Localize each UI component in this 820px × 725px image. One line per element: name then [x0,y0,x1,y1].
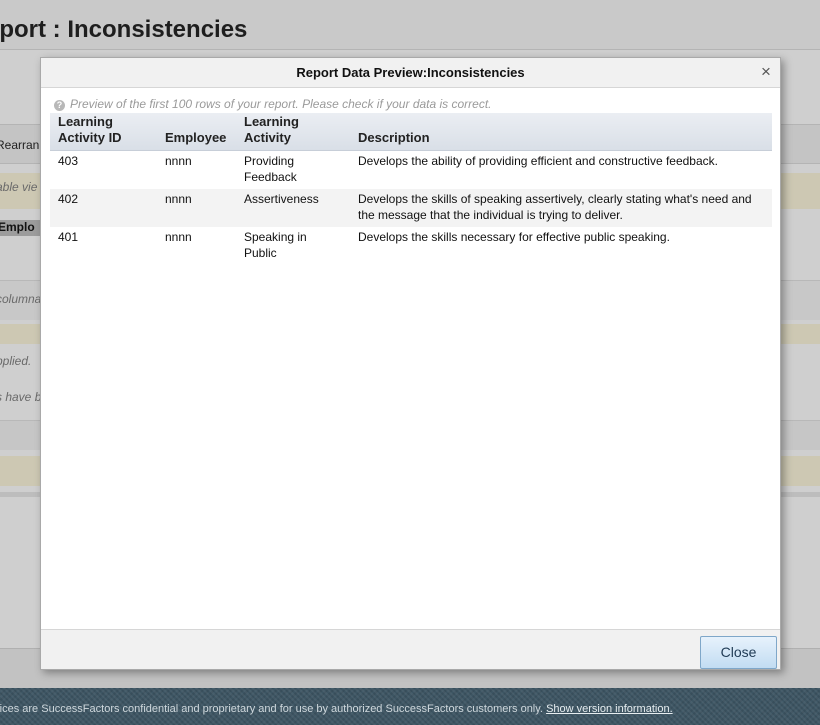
report-preview-dialog: Report Data Preview:Inconsistencies × ? P… [40,57,781,670]
background-header: eport : Inconsistencies [0,0,820,50]
cell-description: Develops the ability of providing effici… [358,154,718,168]
background-fragment: able vie [0,180,38,194]
table-row: 402 nnnn Assertiveness Develops the skil… [50,189,772,227]
preview-hint: ? Preview of the first 100 rows of your r… [54,97,492,111]
cell-employee: nnnn [157,189,236,227]
dialog-header: Report Data Preview:Inconsistencies × [41,58,780,88]
column-header-description: Description [350,113,772,151]
close-icon[interactable]: × [758,63,774,81]
cell-employee: nnnn [165,230,192,244]
help-icon: ? [54,100,65,111]
background-fragment: Rearran [0,138,40,152]
page-footer: rices are SuccessFactors confidential an… [0,688,820,725]
column-header-learning-activity: Learning Activity [236,113,350,151]
background-fragment: Emplo [0,220,42,236]
dialog-title: Report Data Preview:Inconsistencies [296,65,525,80]
preview-hint-text: Preview of the first 100 rows of your re… [70,97,492,111]
dialog-footer: Close [41,629,780,669]
cell-learning-activity: Speaking in Public [244,230,307,260]
cell-activity-id: 402 [50,189,157,227]
column-header-learning-activity-id: Learning Activity ID [50,113,157,151]
close-button[interactable]: Close [700,636,777,669]
background-page-title: eport : Inconsistencies [0,16,248,43]
background-fragment: s have b [0,390,42,404]
cell-description: Develops the skills necessary for effect… [358,230,670,244]
preview-table: Learning Activity ID Employee Learning A… [50,113,772,265]
footer-notice-text: rices are SuccessFactors confidential an… [0,703,543,715]
cell-learning-activity: Assertiveness [236,189,350,227]
cell-activity-id: 401 [58,230,79,244]
cell-learning-activity: Providing Feedback [244,154,297,184]
background-fragment: pplied. [0,354,32,368]
cell-activity-id: 403 [58,154,79,168]
show-version-link[interactable]: Show version information. [546,703,673,715]
cell-description: Develops the skills of speaking assertiv… [350,189,772,227]
background-fragment: columna [0,292,42,306]
table-row: 403 nnnn Providing Feedback Develops the… [50,151,772,190]
table-header-row: Learning Activity ID Employee Learning A… [50,113,772,151]
footer-notice: rices are SuccessFactors confidential an… [0,703,673,715]
column-header-employee: Employee [157,113,236,151]
table-row: 401 nnnn Speaking in Public Develops the… [50,227,772,265]
cell-employee: nnnn [165,154,192,168]
